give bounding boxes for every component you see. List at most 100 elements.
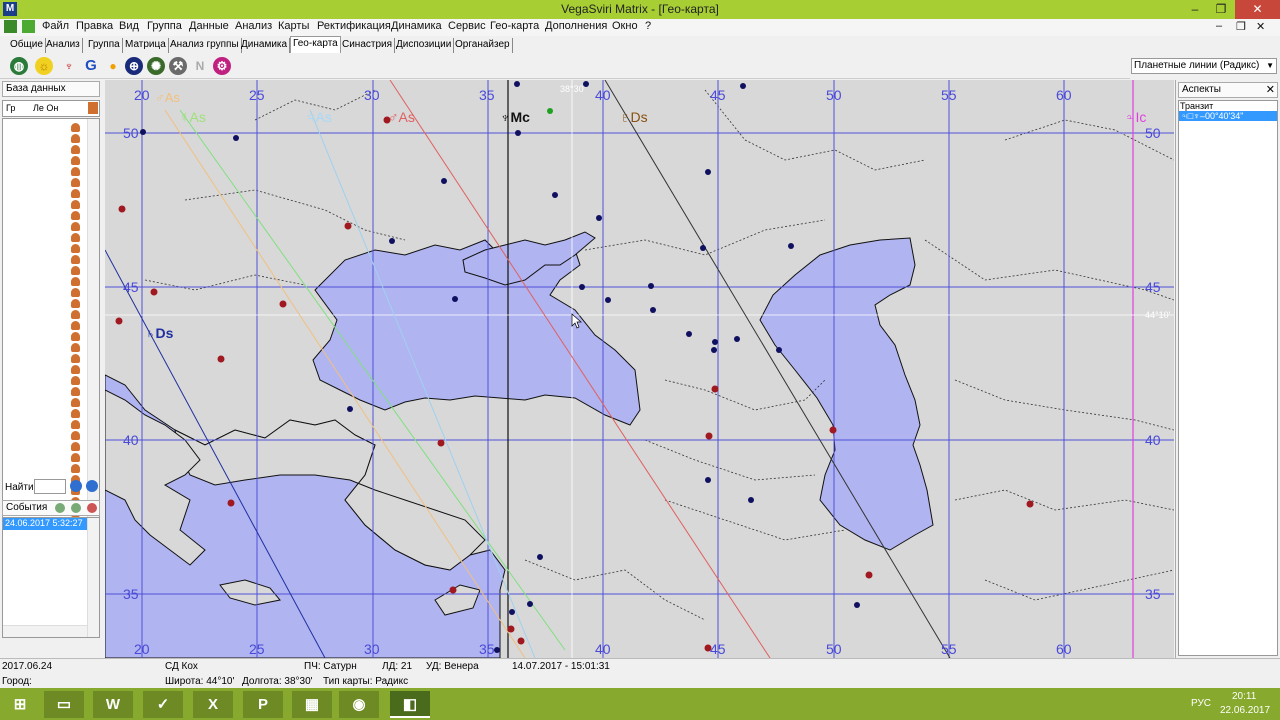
- doc-restore-button[interactable]: ❐: [1236, 20, 1246, 33]
- n-icon[interactable]: N: [191, 57, 209, 75]
- word-icon[interactable]: W: [93, 691, 133, 718]
- close-button[interactable]: ✕: [1235, 0, 1280, 19]
- aspect-item[interactable]: ♃□♆–00°40'34": [1179, 111, 1277, 121]
- calc-icon[interactable]: ▦: [292, 691, 332, 718]
- person-icon[interactable]: [71, 420, 80, 429]
- tab-group[interactable]: Группа: [86, 38, 123, 53]
- search-down-icon[interactable]: [70, 480, 82, 492]
- tab-group-analysis[interactable]: Анализ группы: [168, 38, 242, 53]
- aspects-list[interactable]: Транзит ♃□♆–00°40'34": [1178, 100, 1278, 656]
- event-item[interactable]: 24.06.2017 5:32:27: [3, 518, 87, 530]
- tab-organizer[interactable]: Органайзер: [453, 38, 513, 53]
- people-list-scrollbar[interactable]: [87, 119, 99, 542]
- tab-geomap[interactable]: Гео-карта: [290, 36, 341, 53]
- cross-planet-icon[interactable]: ♆: [60, 57, 78, 75]
- gear-planet-icon[interactable]: ✺: [147, 57, 165, 75]
- person-icon[interactable]: [71, 288, 80, 297]
- person-icon[interactable]: [71, 453, 80, 462]
- menu-rectification[interactable]: Ректификация: [317, 20, 391, 32]
- person-icon[interactable]: [71, 189, 80, 198]
- menu-file[interactable]: Файл: [42, 20, 69, 32]
- tab-matrix[interactable]: Матрица: [123, 38, 169, 53]
- event-delete-icon[interactable]: [87, 503, 97, 513]
- powerpoint-icon[interactable]: P: [243, 691, 283, 718]
- search-up-icon[interactable]: [86, 480, 98, 492]
- tab-dynamics[interactable]: Динамика: [239, 38, 291, 53]
- menu-help[interactable]: ?: [645, 20, 651, 32]
- excel-icon[interactable]: X: [193, 691, 233, 718]
- restore-button[interactable]: ❐: [1208, 0, 1234, 19]
- person-icon[interactable]: [71, 145, 80, 154]
- geo-map[interactable]: ☿As ♃As ♂As ♆Mc ♇Ds ♃Ic ♄Ds ♂As 20 25 30…: [105, 80, 1174, 658]
- person-icon[interactable]: [71, 200, 80, 209]
- menu-group[interactable]: Группа: [147, 20, 182, 32]
- doc-close-button[interactable]: ✕: [1256, 20, 1265, 33]
- lang-indicator[interactable]: РУС: [1191, 698, 1211, 709]
- person-icon[interactable]: [71, 431, 80, 440]
- events-list[interactable]: 24.06.2017 5:32:27: [2, 517, 100, 638]
- matrix-icon[interactable]: ◧: [390, 691, 430, 718]
- events-list-scrollbar[interactable]: [87, 518, 99, 637]
- menu-maps[interactable]: Карты: [278, 20, 309, 32]
- doc-minimize-button[interactable]: –: [1216, 20, 1222, 32]
- g-letter-icon[interactable]: G: [82, 57, 100, 75]
- person-icon[interactable]: [71, 387, 80, 396]
- event-add-icon[interactable]: [55, 503, 65, 513]
- person-icon[interactable]: [71, 343, 80, 352]
- tab-general[interactable]: Общие: [8, 38, 46, 53]
- menu-addons[interactable]: Дополнения: [545, 20, 607, 32]
- person-icon[interactable]: [71, 222, 80, 231]
- menu-edit[interactable]: Правка: [76, 20, 113, 32]
- person-icon[interactable]: [71, 321, 80, 330]
- person-icon[interactable]: [71, 156, 80, 165]
- event-edit-icon[interactable]: [71, 503, 81, 513]
- clock-time[interactable]: 20:11: [1232, 691, 1256, 702]
- database-tab[interactable]: База данных: [2, 81, 100, 97]
- person-icon[interactable]: [71, 255, 80, 264]
- minimize-button[interactable]: –: [1182, 0, 1208, 19]
- person-icon[interactable]: [71, 442, 80, 451]
- stamp-icon[interactable]: ⚙: [213, 57, 231, 75]
- chrome-icon[interactable]: ◉: [339, 691, 379, 718]
- menu-data[interactable]: Данные: [189, 20, 229, 32]
- person-icon[interactable]: [71, 354, 80, 363]
- person-icon[interactable]: [71, 409, 80, 418]
- close-icon[interactable]: ✕: [1266, 83, 1275, 97]
- person-icon[interactable]: [88, 102, 98, 114]
- planet-lines-select[interactable]: Планетные линии (Радикс) ▼: [1131, 58, 1277, 74]
- person-icon[interactable]: [71, 464, 80, 473]
- tab-synastry[interactable]: Синастрия: [340, 38, 396, 53]
- vega-icon[interactable]: ✓: [143, 691, 183, 718]
- moon-dot-icon[interactable]: ●: [104, 57, 122, 75]
- person-icon[interactable]: [71, 123, 80, 132]
- explorer-icon[interactable]: ▭: [44, 691, 84, 718]
- person-icon[interactable]: [71, 332, 80, 341]
- person-icon[interactable]: [71, 134, 80, 143]
- person-icon[interactable]: [71, 299, 80, 308]
- person-icon[interactable]: [71, 167, 80, 176]
- clock-date[interactable]: 22.06.2017: [1220, 705, 1270, 716]
- earth-sign-icon[interactable]: ⊕: [125, 57, 143, 75]
- chevron-down-icon[interactable]: ▼: [1266, 59, 1274, 73]
- person-icon[interactable]: [71, 398, 80, 407]
- menu-window[interactable]: Окно: [612, 20, 638, 32]
- person-icon[interactable]: [71, 266, 80, 275]
- sun-icon[interactable]: ☼: [35, 57, 53, 75]
- map-svg[interactable]: ☿As ♃As ♂As ♆Mc ♇Ds ♃Ic ♄Ds ♂As 20 25 30…: [105, 80, 1174, 658]
- person-icon[interactable]: [71, 310, 80, 319]
- find-input[interactable]: [34, 479, 66, 494]
- person-icon[interactable]: [71, 277, 80, 286]
- person-icon[interactable]: [71, 244, 80, 253]
- person-icon[interactable]: [71, 376, 80, 385]
- person-icon[interactable]: [71, 211, 80, 220]
- tool-icon[interactable]: ⚒: [169, 57, 187, 75]
- person-icon[interactable]: [71, 365, 80, 374]
- person-icon[interactable]: [71, 178, 80, 187]
- tab-dispositions[interactable]: Диспозиции: [394, 38, 455, 53]
- events-list-hscrollbar[interactable]: [3, 625, 87, 637]
- globe-icon[interactable]: ◍: [10, 57, 28, 75]
- menu-dynamics[interactable]: Динамика: [391, 20, 442, 32]
- menu-analysis[interactable]: Анализ: [235, 20, 272, 32]
- menu-geomap[interactable]: Гео-карта: [490, 20, 539, 32]
- menu-service[interactable]: Сервис: [448, 20, 486, 32]
